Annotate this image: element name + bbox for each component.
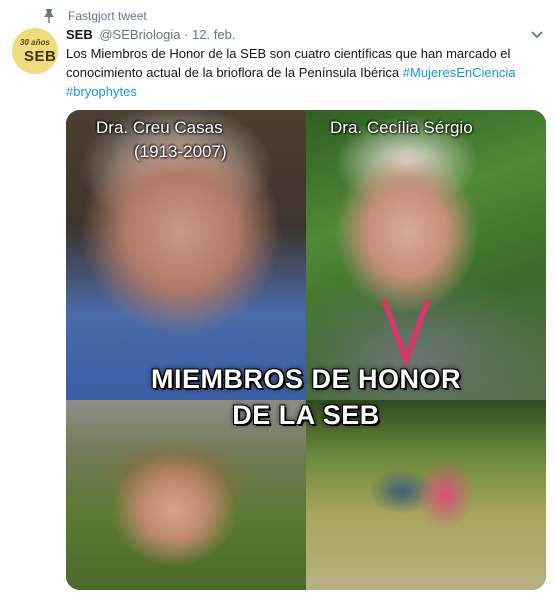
caption-creu-casas-years: (1913-2007) <box>134 142 227 161</box>
pinned-indicator: Fastgjort tweet <box>40 8 147 24</box>
tweet-text: Los Miembros de Honor de la SEB son cuat… <box>66 44 541 101</box>
tweet-media-image[interactable]: Dra. Creu Casas (1913-2007) Dra. Cecília… <box>66 110 546 590</box>
photo-cecilia-sergio <box>306 110 546 400</box>
hashtag-mujeres-en-ciencia[interactable]: #MujeresEnCiencia <box>403 65 516 80</box>
avatar-text-seb: SEB <box>24 48 57 65</box>
pinned-label: Fastgjort tweet <box>68 9 147 23</box>
author-handle[interactable]: @SEBriologia <box>99 27 180 42</box>
avatar[interactable]: 30 años SEB <box>12 28 58 74</box>
author-name[interactable]: SEB <box>66 27 93 42</box>
overlay-title-line1: MIEMBROS DE HONOR <box>150 364 461 394</box>
avatar-text-years: 30 años <box>20 38 50 47</box>
hashtag-bryophytes[interactable]: #bryophytes <box>66 84 137 99</box>
lanyard-graphic <box>381 298 431 369</box>
tweet-date[interactable]: 12. feb. <box>192 27 235 42</box>
caption-cecilia-sergio: Dra. Cecília Sérgio <box>330 118 473 137</box>
pin-icon <box>44 9 54 23</box>
tweet-header: SEB @SEBriologia · 12. feb. <box>66 27 235 42</box>
chevron-down-icon[interactable] <box>530 30 544 40</box>
overlay-title-line2: DE LA SEB <box>232 400 380 430</box>
date-separator: · <box>180 27 193 42</box>
caption-creu-casas: Dra. Creu Casas <box>96 118 223 137</box>
